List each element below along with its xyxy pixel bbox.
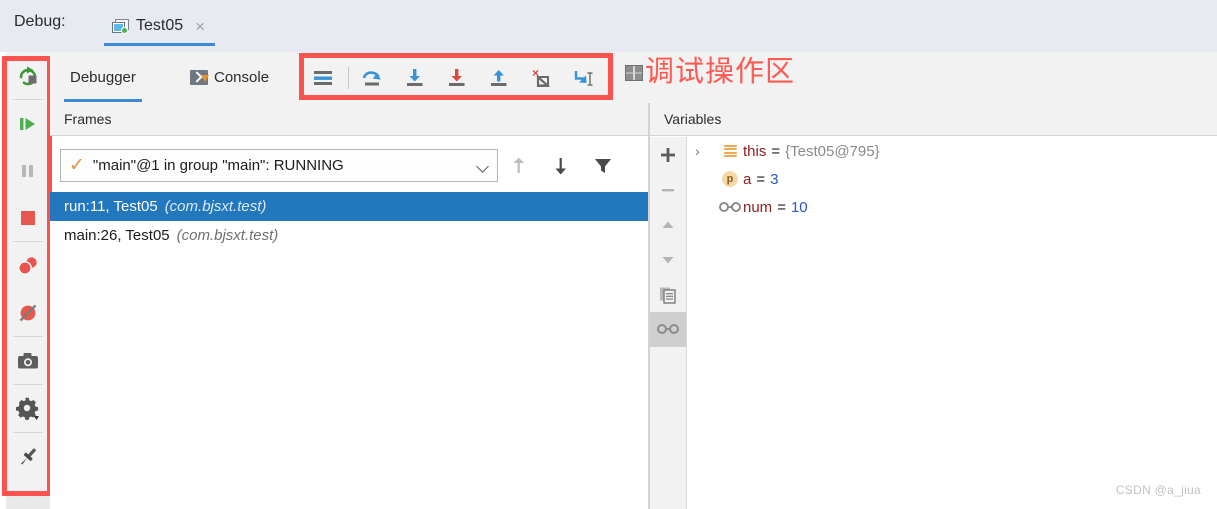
frames-list-item[interactable]: run:11, Test05 (com.bjsxt.test) xyxy=(50,192,648,221)
svg-text:×: × xyxy=(532,66,539,80)
grid-icon xyxy=(625,64,643,81)
watermark: CSDN @a_jiua xyxy=(1115,483,1201,497)
frame-method: run:11, Test05 xyxy=(64,198,158,215)
move-watch-down-button[interactable] xyxy=(650,242,686,277)
variable-row[interactable]: p a = 3 xyxy=(687,165,1217,193)
thread-selector[interactable]: ✓ "main"@1 in group "main": RUNNING xyxy=(60,149,498,182)
variables-tree[interactable]: › this = {Test05@795} p a = 3 num = 10 xyxy=(687,137,1217,509)
remove-watch-button[interactable] xyxy=(650,172,686,207)
variables-toolbar xyxy=(650,137,687,509)
debug-actions-toolbar xyxy=(6,52,51,495)
annotation-debug-operation-area: 调试操作区 xyxy=(625,58,795,87)
field-p-icon: p xyxy=(717,171,743,187)
chevron-right-icon[interactable]: › xyxy=(695,143,717,159)
rerun-button[interactable] xyxy=(6,52,50,99)
copy-value-button[interactable] xyxy=(650,277,686,312)
frames-header-label: Frames xyxy=(64,111,112,127)
step-over-button[interactable] xyxy=(352,59,394,97)
variable-name: num xyxy=(743,198,773,216)
chevron-down-icon xyxy=(476,160,489,173)
frame-method: main:26, Test05 xyxy=(64,227,170,244)
check-icon: ✓ xyxy=(69,155,85,176)
step-out-button[interactable] xyxy=(478,59,520,97)
tab-console[interactable]: Console xyxy=(178,52,281,102)
run-config-tab-label: Test05 xyxy=(136,17,184,34)
tab-console-label: Console xyxy=(214,68,270,86)
variables-header-label: Variables xyxy=(664,111,722,127)
get-thread-dump-button[interactable] xyxy=(6,337,50,384)
tab-active-underline xyxy=(104,43,216,46)
variable-value: {Test05@795} xyxy=(785,142,880,160)
debug-tool-window: Debug: Test05 × Debugger Console × 调试操作区… xyxy=(0,0,1217,509)
close-icon[interactable]: × xyxy=(195,18,205,35)
variables-panel-header: Variables xyxy=(650,103,1217,136)
variable-equals: = xyxy=(777,198,786,216)
debug-label: Debug: xyxy=(14,13,66,30)
move-watch-up-button[interactable] xyxy=(650,207,686,242)
pause-program-button[interactable] xyxy=(6,147,50,194)
frames-panel-header: Frames xyxy=(50,103,650,136)
annotation-label: 调试操作区 xyxy=(645,56,796,88)
frames-toolbar: ✓ "main"@1 in group "main": RUNNING xyxy=(50,143,650,188)
toolbar-separator xyxy=(348,67,349,89)
drop-frame-button[interactable]: × xyxy=(520,59,562,97)
mute-breakpoints-button[interactable] xyxy=(6,289,50,336)
frame-package: (com.bjsxt.test) xyxy=(176,227,279,244)
add-watch-button[interactable] xyxy=(650,137,686,172)
frames-filter-button[interactable] xyxy=(582,148,624,184)
variable-row[interactable]: num = 10 xyxy=(687,193,1217,221)
resume-program-button[interactable] xyxy=(6,100,50,147)
stop-button[interactable] xyxy=(6,194,50,241)
frame-package: (com.bjsxt.test) xyxy=(164,198,267,215)
pin-tab-button[interactable] xyxy=(6,433,50,480)
run-to-cursor-button[interactable] xyxy=(562,59,604,97)
force-step-into-button[interactable] xyxy=(436,59,478,97)
glasses-icon xyxy=(717,201,743,213)
tab-active-underline xyxy=(64,99,142,102)
object-lines-icon xyxy=(717,144,743,158)
left-toolbar-footer xyxy=(6,495,51,509)
view-breakpoints-button[interactable] xyxy=(6,242,50,289)
variable-value: 10 xyxy=(790,198,808,216)
variable-row[interactable]: › this = {Test05@795} xyxy=(687,137,1217,165)
variable-equals: = xyxy=(771,142,781,160)
frames-list[interactable]: run:11, Test05 (com.bjsxt.test) main:26,… xyxy=(50,192,648,509)
settings-button[interactable] xyxy=(6,385,50,432)
frames-list-item[interactable]: main:26, Test05 (com.bjsxt.test) xyxy=(50,221,648,250)
show-execution-point-button[interactable] xyxy=(303,59,345,97)
variable-name: a xyxy=(743,170,752,188)
debug-titlebar: Debug: Test05 × xyxy=(0,0,1217,52)
frames-up-button[interactable] xyxy=(498,148,540,184)
variable-name: this xyxy=(743,142,767,160)
frames-down-button[interactable] xyxy=(540,148,582,184)
stepping-toolbar: × xyxy=(303,58,608,98)
run-config-window-icon xyxy=(112,18,129,34)
tab-debugger-label: Debugger xyxy=(70,68,136,86)
run-configuration-tab[interactable]: Test05 × xyxy=(104,6,216,46)
variable-value: 3 xyxy=(770,170,779,188)
console-icon xyxy=(190,69,209,85)
tab-debugger[interactable]: Debugger xyxy=(58,52,148,102)
glasses-icon xyxy=(657,324,679,335)
watches-toggle-button[interactable] xyxy=(650,312,686,347)
variable-equals: = xyxy=(756,170,766,188)
thread-selector-value: "main"@1 in group "main": RUNNING xyxy=(92,157,344,174)
step-into-button[interactable] xyxy=(394,59,436,97)
